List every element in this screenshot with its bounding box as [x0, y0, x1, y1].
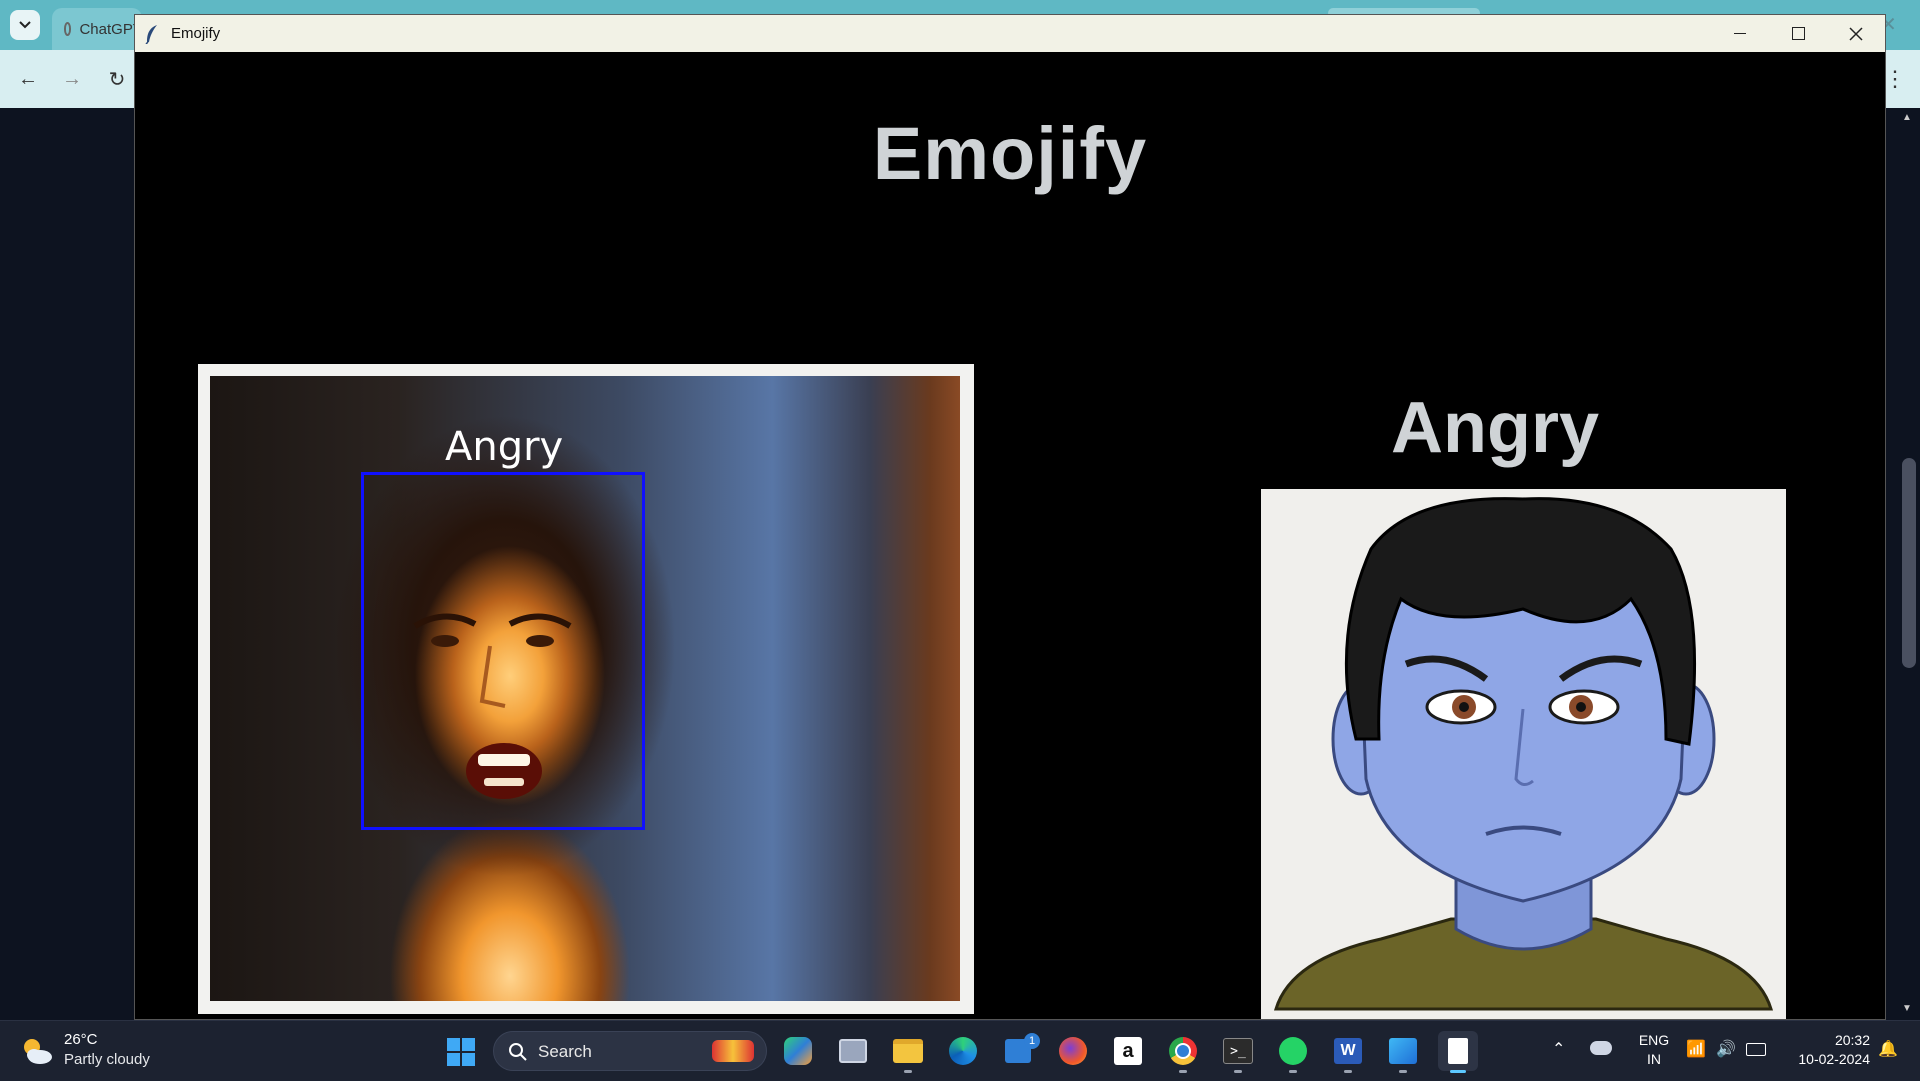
weather-description[interactable]: Partly cloudy	[64, 1051, 150, 1068]
scroll-up-arrow-icon[interactable]: ▲	[1902, 112, 1912, 123]
taskbar: 26°C Partly cloudy Search 1 a >_ W ⌃ ENG…	[0, 1020, 1920, 1081]
file-document-icon[interactable]	[1438, 1031, 1478, 1073]
task-view-icon[interactable]	[833, 1031, 873, 1071]
minimize-icon	[1734, 33, 1746, 34]
copilot-icon[interactable]	[778, 1031, 818, 1071]
browser-scrollbar-area[interactable]: ▲ ▼	[1885, 108, 1920, 1020]
region-code: IN	[1647, 1051, 1661, 1067]
language-code: ENG	[1638, 1032, 1670, 1048]
feather-icon	[145, 24, 163, 44]
app-heading: Emojify	[872, 112, 1148, 195]
maximize-icon	[1791, 27, 1805, 40]
photos-app-icon[interactable]	[1383, 1031, 1423, 1073]
camera-feed-panel: Angry	[198, 364, 974, 1014]
chevron-down-icon	[19, 21, 31, 29]
window-title: Emojify	[171, 25, 221, 42]
camera-feed-image: Angry	[210, 376, 960, 1001]
amazon-icon[interactable]: a	[1108, 1031, 1148, 1071]
input-language[interactable]: ENG IN	[1634, 1031, 1674, 1069]
scroll-down-arrow-icon[interactable]: ▼	[1902, 1003, 1912, 1014]
search-icon	[509, 1043, 527, 1061]
face-detection-box	[361, 472, 645, 830]
word-icon[interactable]: W	[1328, 1031, 1368, 1073]
search-highlight-dragon-icon	[712, 1040, 754, 1062]
partly-cloudy-weather-icon[interactable]	[20, 1035, 54, 1067]
store-notification-badge: 1	[1024, 1033, 1040, 1049]
wifi-icon[interactable]: 📶	[1686, 1039, 1706, 1059]
chevron-up-icon[interactable]: ⌃	[1552, 1039, 1565, 1059]
predicted-emotion-label: Angry	[1390, 388, 1600, 468]
onedrive-icon[interactable]	[1590, 1041, 1612, 1055]
angry-avatar-image	[1273, 497, 1774, 1011]
firefox-icon[interactable]	[1053, 1031, 1093, 1071]
weather-temperature[interactable]: 26°C	[64, 1031, 98, 1048]
microsoft-store-icon[interactable]: 1	[998, 1031, 1040, 1071]
volume-icon[interactable]: 🔊	[1716, 1039, 1736, 1059]
browser-tab-chatgpt[interactable]: ChatGPT	[52, 8, 142, 50]
tab-label: ChatGPT	[79, 20, 142, 38]
file-explorer-icon[interactable]	[888, 1031, 928, 1073]
window-titlebar[interactable]: Emojify	[135, 15, 1885, 52]
emoji-avatar-panel	[1261, 489, 1786, 1019]
minimize-button[interactable]	[1711, 15, 1769, 52]
edge-browser-icon[interactable]	[943, 1031, 983, 1071]
battery-icon[interactable]	[1746, 1043, 1766, 1056]
chatgpt-icon	[64, 22, 72, 36]
notification-bell-icon[interactable]: 🔔	[1878, 1039, 1898, 1059]
windows-start-icon[interactable]	[446, 1037, 476, 1067]
browser-page-background	[0, 108, 135, 1020]
forward-arrow-icon[interactable]: →	[59, 66, 85, 92]
close-icon	[1849, 26, 1863, 41]
taskbar-search-box[interactable]: Search	[493, 1031, 767, 1071]
back-arrow-icon[interactable]: ←	[15, 66, 41, 92]
clock-date: 10-02-2024	[1798, 1051, 1870, 1067]
emojify-window: Emojify Emojify Angry Angry	[134, 14, 1886, 1020]
terminal-icon[interactable]: >_	[1218, 1031, 1258, 1073]
whatsapp-icon[interactable]	[1273, 1031, 1313, 1073]
reload-icon[interactable]: ↻	[104, 66, 130, 92]
scrollbar-thumb[interactable]	[1902, 458, 1916, 668]
clock-time: 20:32	[1834, 1032, 1870, 1048]
chrome-icon[interactable]	[1163, 1031, 1203, 1073]
camera-emotion-label: Angry	[445, 424, 564, 470]
maximize-button[interactable]	[1769, 15, 1827, 52]
close-button[interactable]	[1827, 15, 1885, 52]
tab-search-dropdown-button[interactable]	[10, 10, 40, 40]
browser-menu-icon[interactable]: ⋮	[1884, 64, 1906, 94]
search-placeholder: Search	[538, 1042, 592, 1061]
system-clock[interactable]: 20:32 10-02-2024	[1780, 1031, 1870, 1069]
